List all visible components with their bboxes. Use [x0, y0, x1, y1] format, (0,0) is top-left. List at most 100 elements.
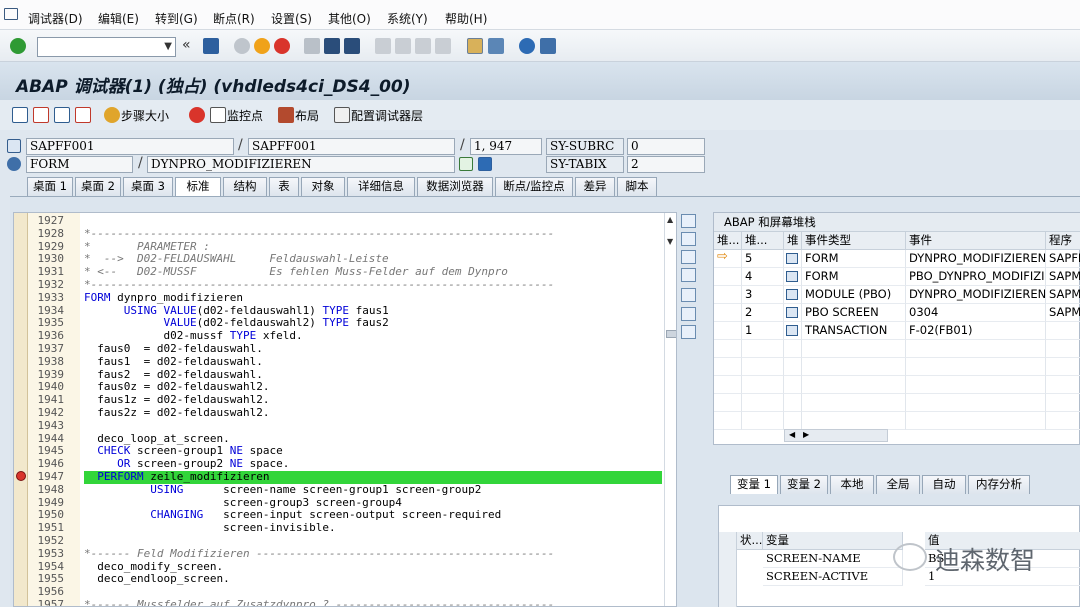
stack-cell[interactable] [784, 322, 802, 340]
code-line[interactable]: 1955 deco_endloop_screen. [14, 572, 664, 586]
stack-cell[interactable] [714, 268, 742, 286]
shortcut-icon[interactable] [488, 38, 504, 54]
stack-cell[interactable]: 2 [742, 304, 784, 322]
find-icon[interactable] [324, 38, 340, 54]
menu-edit[interactable]: 编辑(E) [98, 10, 139, 27]
stack-cell[interactable] [802, 376, 906, 394]
tab-memory-analysis[interactable]: 内存分析 [968, 475, 1030, 494]
stop-icon[interactable] [189, 107, 205, 123]
tab-desktop-1[interactable]: 桌面 1 [27, 177, 73, 196]
var-row-selector[interactable] [719, 532, 737, 607]
layout-menu-icon[interactable] [540, 38, 556, 54]
stack-cell[interactable] [714, 394, 742, 412]
stack-cell[interactable]: PBO_DYNPRO_MODIFIZIE... [906, 268, 1046, 286]
return-icon[interactable] [54, 107, 70, 123]
var-col-variable[interactable]: 变量 [763, 532, 903, 550]
stack-cell[interactable] [714, 286, 742, 304]
stack-cell[interactable] [784, 250, 802, 268]
stack-cell[interactable]: TRANSACTION [802, 322, 906, 340]
stack-cell[interactable] [1046, 358, 1080, 376]
stack-cell[interactable] [784, 412, 802, 430]
stack-col-active[interactable]: 堆... [714, 232, 742, 250]
var-name-cell[interactable]: SCREEN-ACTIVE [763, 568, 903, 586]
stack-cell[interactable]: 4 [742, 268, 784, 286]
stack-cell[interactable] [1046, 340, 1080, 358]
stack-cell[interactable] [1046, 376, 1080, 394]
stack-cell[interactable] [742, 358, 784, 376]
stack-cell[interactable] [714, 340, 742, 358]
tab-desktop-3[interactable]: 桌面 3 [123, 177, 173, 196]
back-history-icon[interactable]: « [182, 37, 191, 53]
tab-variables-2[interactable]: 变量 2 [780, 475, 828, 494]
menu-other[interactable]: 其他(O) [328, 10, 371, 27]
menu-help[interactable]: 帮助(H) [445, 10, 487, 27]
step-size-button[interactable]: 步骤大小 [121, 107, 169, 124]
code-line[interactable]: 1951 screen-invisible. [14, 521, 664, 535]
stack-cell[interactable] [742, 376, 784, 394]
enter-check-icon[interactable] [10, 38, 26, 54]
save-icon[interactable] [203, 38, 219, 54]
tab-script[interactable]: 脚本 [617, 177, 657, 196]
stack-col-level[interactable]: 堆... [742, 232, 784, 250]
stack-cell[interactable] [906, 358, 1046, 376]
stack-cell[interactable]: FORM [802, 268, 906, 286]
help-icon[interactable] [519, 38, 535, 54]
close-view-icon[interactable] [681, 214, 696, 228]
navigate-icon[interactable] [459, 157, 473, 171]
stack-cell[interactable]: SAPMF0 [1046, 304, 1080, 322]
code-line[interactable]: 1957 *------ Mussfelder auf Zusatzdynpro … [14, 598, 664, 606]
resize-icon[interactable] [681, 288, 696, 302]
stack-cell[interactable] [906, 340, 1046, 358]
breakpoint-icon[interactable] [16, 471, 26, 481]
stack-hscroll[interactable]: ◀ ▶ [784, 429, 888, 442]
first-page-icon[interactable] [375, 38, 391, 54]
stack-cell[interactable]: SAPMF0 [1046, 286, 1080, 304]
stack-cell[interactable]: FORM [802, 250, 906, 268]
cancel-icon[interactable] [274, 38, 290, 54]
stack-cell[interactable] [802, 358, 906, 376]
stack-cell[interactable]: SAPFF0 [1046, 250, 1080, 268]
stack-cell[interactable] [784, 340, 802, 358]
stack-col-event-type[interactable]: 事件类型 [802, 232, 906, 250]
stack-cell[interactable]: SAPMF0 [1046, 268, 1080, 286]
var-name-cell[interactable]: SCREEN-NAME [763, 550, 903, 568]
layout-icon[interactable] [278, 107, 294, 123]
stack-col-type-icon[interactable]: 堆 [784, 232, 802, 250]
scroll-thumb[interactable] [666, 330, 676, 338]
stack-cell[interactable]: 1 [742, 322, 784, 340]
sap-menu-icon[interactable] [4, 8, 18, 20]
stack-cell[interactable]: DYNPRO_MODIFIZIEREN [906, 286, 1046, 304]
sy-subrc-value[interactable]: 0 [627, 138, 705, 155]
stack-cell[interactable] [784, 304, 802, 322]
stack-cell[interactable]: F-02(FB01) [906, 322, 1046, 340]
maximize-icon[interactable] [681, 268, 696, 282]
stack-cell[interactable] [714, 412, 742, 430]
back-icon[interactable] [234, 38, 250, 54]
stack-cell[interactable]: 3 [742, 286, 784, 304]
stack-cell[interactable] [906, 412, 1046, 430]
stack-cell[interactable]: DYNPRO_MODIFIZIEREN [906, 250, 1046, 268]
tab-desktop-2[interactable]: 桌面 2 [75, 177, 121, 196]
var-col-status[interactable]: 状... [737, 532, 763, 550]
layout-button[interactable]: 布局 [295, 107, 319, 124]
scroll-up-icon[interactable]: ▲ [667, 215, 673, 224]
tab-variables-1[interactable]: 变量 1 [730, 475, 778, 494]
stack-cell[interactable] [802, 412, 906, 430]
next-page-icon[interactable] [415, 38, 431, 54]
config-layer-button[interactable]: 配置调试器层 [351, 107, 423, 124]
stack-cell[interactable] [742, 394, 784, 412]
tab-data-explorer[interactable]: 数据浏览器 [417, 177, 493, 196]
code-line[interactable]: 1942 faus2z = d02-feldauswahl2. [14, 406, 664, 420]
stack-cell[interactable] [714, 358, 742, 376]
single-step-icon[interactable] [12, 107, 28, 123]
event-type-field[interactable]: FORM [26, 156, 133, 173]
stack-cell[interactable] [714, 322, 742, 340]
menu-settings[interactable]: 设置(S) [271, 10, 312, 27]
exit-icon[interactable] [254, 38, 270, 54]
stack-cell[interactable]: 0304 [906, 304, 1046, 322]
event-name-field[interactable]: DYNPRO_MODIFIZIEREN [147, 156, 455, 173]
execute-icon[interactable] [33, 107, 49, 123]
include-field[interactable]: SAPFF001 [248, 138, 455, 155]
tab-local[interactable]: 本地 [830, 475, 874, 494]
stack-cell[interactable] [802, 394, 906, 412]
